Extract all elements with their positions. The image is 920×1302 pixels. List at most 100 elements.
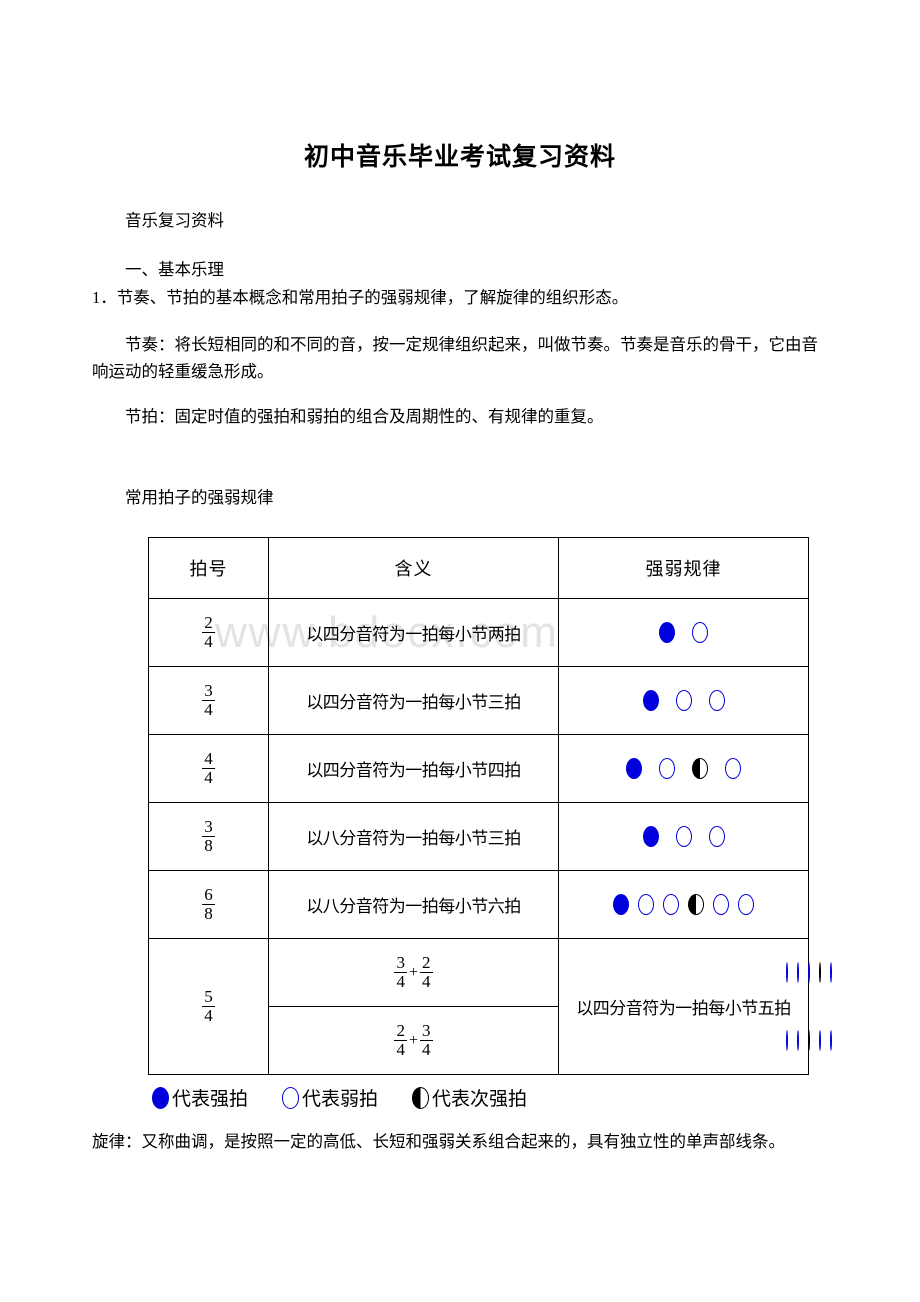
beat-dot-strong-icon <box>642 826 659 848</box>
beat-dot-weak-icon <box>675 690 692 712</box>
legend-label: 代表强拍 <box>172 1089 249 1111</box>
beat-dot-weak-icon <box>659 758 675 780</box>
time-signature-left: 34 <box>394 954 407 991</box>
time-signature-right: 24 <box>420 954 433 991</box>
beat-dot-weak-icon <box>675 826 692 848</box>
time-signature-sum: 2 4 +3 4 <box>394 1022 433 1059</box>
time-signature-sum: 3 4 +2 4 <box>394 954 433 991</box>
cell-beat-rule <box>558 870 809 940</box>
beat-dot-weak-icon <box>638 894 654 916</box>
beat-dot-strong-icon <box>659 622 675 644</box>
beat-dot-weak-icon <box>808 962 810 984</box>
fraction-numerator: 3 <box>422 1021 431 1041</box>
fraction-denominator: 4 <box>202 632 215 652</box>
cell-time-signature: 68 <box>148 870 269 940</box>
beat-dot-medium-icon <box>808 1030 810 1052</box>
table-row: 3 8 以八分音符为一拍每小节三拍 <box>148 802 809 872</box>
table-row-compound-first: 5 4 3 4 +2 4 以四分音符为一拍每小节五拍 <box>148 938 832 1076</box>
section-heading: 一、基本乐理 <box>125 259 224 279</box>
fraction-denominator: 4 <box>394 1040 407 1060</box>
column-header-meaning: 含义 <box>268 537 559 600</box>
table-row: 6 8 以八分音符为一拍每小节六拍 <box>148 870 809 940</box>
legend-label: 代表次强拍 <box>432 1089 528 1111</box>
time-signature-right: 34 <box>420 1022 433 1059</box>
beat-dot-weak-icon <box>830 1030 832 1052</box>
beat-dot-weak-icon <box>708 826 725 848</box>
table-body: 2 4 以四分音符为一拍每小节两拍 3 4 以四分音符为一拍每小节三拍 4 4 以四分音符为一拍… <box>148 598 832 1076</box>
time-signature: 68 <box>202 886 215 923</box>
beat-dot-weak-icon <box>663 894 679 916</box>
column-header-rule: 强弱规律 <box>558 537 809 600</box>
fraction-denominator: 4 <box>420 972 433 992</box>
fraction-numerator: 2 <box>204 613 213 633</box>
beat-dot-weak-icon <box>819 1030 821 1052</box>
time-signature: 54 <box>202 988 215 1025</box>
cell-time-signature: 38 <box>148 802 269 872</box>
column-header-signature: 拍号 <box>148 537 269 600</box>
beat-dot-strong-icon <box>642 690 659 712</box>
fraction-denominator: 4 <box>202 700 215 720</box>
melody-definition: 旋律：又称曲调，是按照一定的高低、长短和强弱关系组合起来的，具有独立性的单声部线… <box>92 1132 785 1152</box>
cell-time-signature-compound: 54 <box>148 938 269 1076</box>
beat-pattern <box>559 735 808 802</box>
plus-sign: + <box>408 963 419 981</box>
beat-dot-weak-icon <box>830 962 832 984</box>
cell-time-signature: 24 <box>148 598 269 668</box>
beat-rule-table: 拍号 含义 强弱规律 2 4 以四分音符为一拍每小节两拍 3 4 以四分音符为一拍每小节三… <box>148 537 832 1076</box>
beat-dot-weak-icon <box>713 894 729 916</box>
fraction-numerator: 6 <box>204 885 213 905</box>
list-item-1: 1．节奏、节拍的基本概念和常用拍子的强弱规律，了解旋律的组织形态。 <box>92 288 629 308</box>
fraction-denominator: 8 <box>202 836 215 856</box>
fraction-numerator: 3 <box>396 953 405 973</box>
cell-meaning: 以八分音符为一拍每小节三拍 <box>268 802 559 872</box>
cell-meaning: 以四分音符为一拍每小节四拍 <box>268 734 559 804</box>
beat-symbol-legend: 代表强拍 代表弱拍 代表次强拍 <box>0 1075 920 1111</box>
fraction-numerator: 4 <box>204 749 213 769</box>
table-row: 3 4 以四分音符为一拍每小节三拍 <box>148 666 809 736</box>
legend-dot-medium-icon <box>412 1086 430 1109</box>
beat-dot-strong-icon <box>626 758 642 780</box>
rhythm-definition: 节奏：将长短相同的和不同的音，按一定规律组织起来，叫做节奏。节奏是音乐的骨干，它… <box>92 335 818 381</box>
table-row: 4 4 以四分音符为一拍每小节四拍 <box>148 734 809 804</box>
document-content: 初中音乐毕业考试复习资料 音乐复习资料 一、基本乐理 1．节奏、节拍的基本概念和… <box>0 0 920 1156</box>
document-page: www.bdocx.com 初中音乐毕业考试复习资料 音乐复习资料 一、基本乐理… <box>0 0 920 1302</box>
beat-dot-weak-icon <box>708 690 725 712</box>
cell-beat-rule <box>558 598 809 668</box>
cell-beat-rule <box>558 666 809 736</box>
beat-dot-weak-icon <box>738 894 754 916</box>
beat-rule-table-wrapper: 拍号 含义 强弱规律 2 4 以四分音符为一拍每小节两拍 3 4 以四分音符为一拍每小节三… <box>0 537 920 1076</box>
cell-time-signature-variant: 2 4 +3 4 <box>268 1006 559 1076</box>
beat-dot-weak-icon <box>797 1030 799 1052</box>
table-row: 2 4 以四分音符为一拍每小节两拍 <box>148 598 809 668</box>
beat-definition: 节拍：固定时值的强拍和弱拍的组合及周期性的、有规律的重复。 <box>125 406 604 426</box>
legend-item: 代表强拍 <box>152 1084 248 1111</box>
beat-pattern <box>559 599 808 666</box>
fraction-denominator: 4 <box>202 1006 215 1026</box>
page-title: 初中音乐毕业考试复习资料 <box>303 144 616 171</box>
fraction-numerator: 5 <box>204 987 213 1007</box>
cell-beat-rule <box>558 802 809 872</box>
document-subtitle: 音乐复习资料 <box>125 211 224 230</box>
beat-dot-medium-icon <box>692 758 708 780</box>
cell-time-signature: 44 <box>148 734 269 804</box>
cell-beat-rule <box>558 734 809 804</box>
beat-pattern <box>559 667 808 734</box>
beat-dot-medium-icon <box>819 962 821 984</box>
cell-time-signature-variant: 3 4 +2 4 <box>268 938 559 1008</box>
table-header-row: 拍号 含义 强弱规律 <box>148 537 809 600</box>
fraction-numerator: 3 <box>204 817 213 837</box>
beat-dot-weak-icon <box>692 622 708 644</box>
beat-pattern <box>559 803 808 870</box>
fraction-denominator: 4 <box>420 1040 433 1060</box>
time-signature: 44 <box>202 750 215 787</box>
time-signature-left: 24 <box>394 1022 407 1059</box>
plus-sign: + <box>408 1031 419 1049</box>
cell-meaning: 以四分音符为一拍每小节两拍 <box>268 598 559 668</box>
time-signature: 24 <box>202 614 215 651</box>
fraction-denominator: 8 <box>202 904 215 924</box>
fraction-denominator: 4 <box>202 768 215 788</box>
cell-meaning: 以四分音符为一拍每小节五拍 <box>558 938 809 1076</box>
legend-item: 代表次强拍 <box>412 1084 527 1111</box>
beat-dot-medium-icon <box>688 894 704 916</box>
legend-dot-weak-icon <box>282 1086 300 1109</box>
